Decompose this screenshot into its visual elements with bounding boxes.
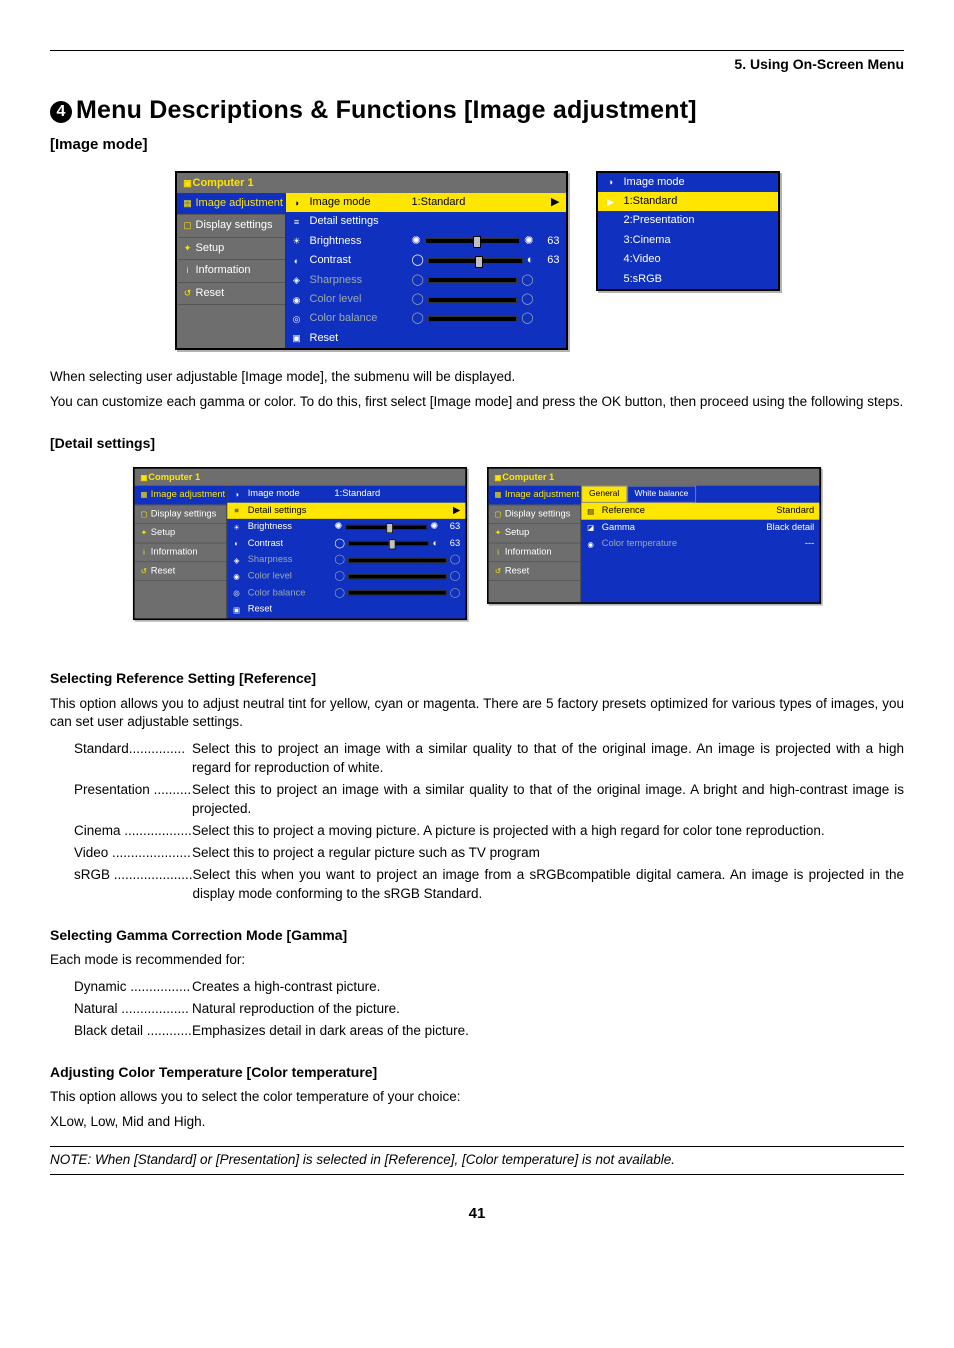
sidebar-item-image-adjustment[interactable]: ▦Image adjustment (177, 193, 285, 215)
settings-icon: ≡ (292, 217, 302, 227)
row-color-balance: ◎ Color balance ◯◯ (286, 309, 566, 328)
osd-body: ◑ Image mode 1:Standard ▶ ≡ Detail setti… (286, 193, 566, 348)
row-contrast[interactable]: ◐Contrast◯◐63 (227, 536, 465, 552)
sidebar-item-reset[interactable]: ↺Reset (489, 563, 581, 582)
intro-paragraph-2: You can customize each gamma or color. T… (50, 393, 904, 412)
row-color-level: ◉Color level◯◯ (227, 569, 465, 585)
section-header: 5. Using On-Screen Menu (50, 55, 904, 75)
sidebar-item-setup[interactable]: ✦Setup (135, 525, 227, 544)
brightness-icon: ☀ (292, 236, 302, 246)
sun-large-icon: ✺ (524, 234, 533, 249)
row-sharpness: ◈ Sharpness ◯◯ (286, 271, 566, 290)
row-image-mode[interactable]: ◑ Image mode 1:Standard ▶ (286, 193, 566, 212)
projector-icon: ▣ (494, 473, 503, 482)
screenshots-row-2: ▣Computer 1 ▦Image adjustment ▢Display s… (50, 467, 904, 647)
projector-icon: ▣ (183, 178, 193, 188)
sidebar-item-setup[interactable]: ✦Setup (177, 238, 285, 260)
row-detail-settings[interactable]: ≡Detail settings▶ (227, 503, 465, 519)
dropdown-opt-srgb[interactable]: 5:sRGB (598, 270, 778, 289)
intro-paragraph-1: When selecting user adjustable [Image mo… (50, 368, 904, 387)
gamma-icon: ◪ (586, 524, 595, 533)
row-brightness[interactable]: ☀Brightness✺✺63 (227, 519, 465, 535)
reference-icon: ▤ (586, 508, 595, 517)
tab-white-balance[interactable]: White balance (627, 487, 696, 504)
dropdown-opt-presentation[interactable]: 2:Presentation (598, 211, 778, 230)
sun-small-icon: ✺ (412, 234, 421, 249)
circle-half-icon: ◐ (527, 253, 534, 268)
row-gamma[interactable]: ◪GammaBlack detail (581, 520, 819, 536)
sidebar-item-display-settings[interactable]: ▢Display settings (489, 506, 581, 525)
dropdown-header: ◑ Image mode (598, 173, 778, 192)
contrast-icon: ◐ (292, 256, 302, 266)
play-icon: ▶ (606, 197, 616, 207)
row-brightness[interactable]: ☀ Brightness ✺ ✺ 63 (286, 232, 566, 251)
osd-menu-detail-right: ▣Computer 1 ▦Image adjustment ▢Display s… (487, 467, 821, 604)
sharpness-icon: ◈ (292, 275, 302, 285)
mode-icon: ◑ (606, 177, 616, 187)
row-color-level: ◉ Color level ◯◯ (286, 290, 566, 309)
page-title: 4Menu Descriptions & Functions [Image ad… (50, 93, 904, 128)
osd-menu-main: ▣Computer 1 ▦Image adjustment ▢Display s… (175, 171, 568, 351)
info-icon: i (183, 265, 193, 275)
row-sharpness: ◈Sharpness◯◯ (227, 552, 465, 568)
color-balance-icon: ◎ (292, 314, 302, 324)
heading-color-temperature: Adjusting Color Temperature [Color tempe… (50, 1063, 904, 1083)
ct-paragraph-1: This option allows you to select the col… (50, 1088, 904, 1107)
row-detail-settings[interactable]: ≡ Detail settings (286, 212, 566, 231)
projector-icon: ▣ (140, 473, 149, 482)
sidebar-item-display-settings[interactable]: ▢Display settings (177, 215, 285, 237)
row-reference[interactable]: ▤ReferenceStandard (581, 504, 819, 520)
color-level-icon: ◉ (292, 295, 302, 305)
osd-sidebar: ▦Image adjustment ▢Display settings ✦Set… (177, 193, 286, 348)
reference-intro: This option allows you to adjust neutral… (50, 695, 904, 733)
sidebar-item-information[interactable]: iInformation (489, 544, 581, 563)
dropdown-opt-cinema[interactable]: 3:Cinema (598, 231, 778, 250)
sidebar-item-reset[interactable]: ↺Reset (177, 283, 285, 305)
tab-general[interactable]: General (581, 487, 627, 504)
gamma-definitions: Dynamic ................ Creates a high-… (74, 978, 904, 1041)
heading-gamma: Selecting Gamma Correction Mode [Gamma] (50, 926, 904, 946)
detail-tabs: General White balance (581, 487, 819, 504)
arrow-right-icon: ▶ (551, 195, 559, 210)
screenshots-row-1: ▣Computer 1 ▦Image adjustment ▢Display s… (50, 171, 904, 351)
heading-detail-settings: [Detail settings] (50, 434, 904, 454)
contrast-slider[interactable]: ◯ ◐ 63 (412, 253, 560, 268)
reset-icon: ↺ (183, 288, 193, 298)
row-image-mode[interactable]: ◑Image mode1:Standard (227, 487, 465, 503)
sidebar-item-image-adjustment[interactable]: ▦Image adjustment (489, 487, 581, 506)
sidebar-item-reset[interactable]: ↺Reset (135, 563, 227, 582)
subsection-image-mode: [Image mode] (50, 134, 904, 155)
gamma-intro: Each mode is recommended for: (50, 951, 904, 970)
circle-open-icon: ◯ (412, 253, 424, 268)
sidebar-item-image-adjustment[interactable]: ▦Image adjustment (135, 487, 227, 506)
mode-icon: ◑ (292, 198, 302, 208)
row-color-balance: ◎Color balance◯◯ (227, 585, 465, 601)
heading-reference: Selecting Reference Setting [Reference] (50, 669, 904, 689)
osd-image-mode-dropdown: ◑ Image mode ▶1:Standard 2:Presentation … (596, 171, 780, 291)
sidebar-item-information[interactable]: iInformation (177, 260, 285, 282)
display-icon: ▢ (183, 220, 193, 230)
sidebar-item-display-settings[interactable]: ▢Display settings (135, 506, 227, 525)
row-contrast[interactable]: ◐ Contrast ◯ ◐ 63 (286, 251, 566, 270)
row-reset[interactable]: ▣Reset (227, 602, 465, 618)
setup-icon: ✦ (183, 243, 193, 253)
row-reset[interactable]: ▣ Reset (286, 329, 566, 348)
reset-row-icon: ▣ (292, 333, 302, 343)
dropdown-opt-video[interactable]: 4:Video (598, 250, 778, 269)
image-icon: ▦ (183, 198, 193, 208)
sidebar-item-setup[interactable]: ✦Setup (489, 525, 581, 544)
osd-title: Computer 1 (193, 177, 254, 189)
arrow-right-icon: ▶ (453, 505, 460, 518)
reference-definitions: Standard............... Select this to p… (74, 740, 904, 903)
color-temp-icon: ◉ (586, 540, 595, 549)
section-number-icon: 4 (50, 101, 72, 123)
brightness-slider[interactable]: ✺ ✺ 63 (412, 234, 560, 249)
row-color-temperature: ◉Color temperature--- (581, 536, 819, 552)
dropdown-opt-standard[interactable]: ▶1:Standard (598, 192, 778, 211)
sidebar-item-information[interactable]: iInformation (135, 544, 227, 563)
ct-paragraph-2: XLow, Low, Mid and High. (50, 1113, 904, 1132)
note-color-temperature: NOTE: When [Standard] or [Presentation] … (50, 1146, 904, 1175)
osd-menu-detail-left: ▣Computer 1 ▦Image adjustment ▢Display s… (133, 467, 467, 620)
page-number: 41 (50, 1203, 904, 1224)
